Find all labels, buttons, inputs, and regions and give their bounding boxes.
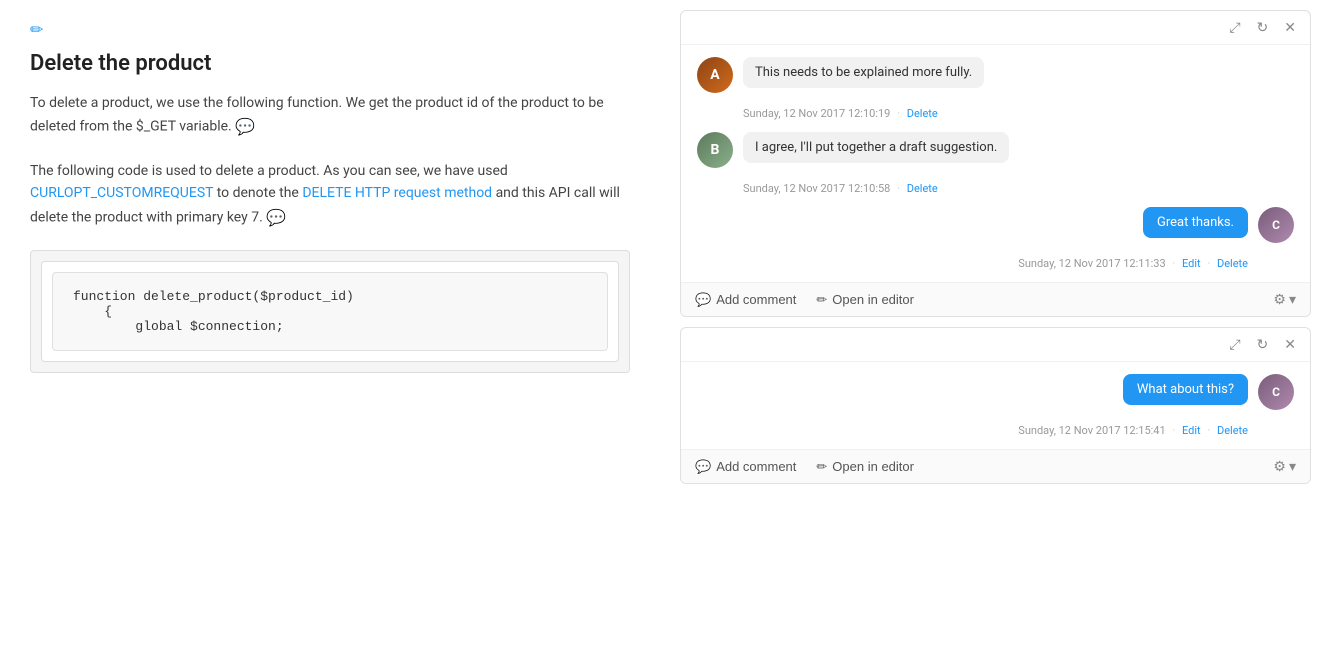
code-block: function delete_product($product_id) { g… xyxy=(52,272,608,351)
comment-meta-4: Sunday, 12 Nov 2017 12:15:41 · Edit · De… xyxy=(697,424,1248,437)
right-panel: ⤢ ↻ ✕ A This needs to be explained more … xyxy=(660,0,1331,662)
comment-bubble-icon[interactable]: 💬 xyxy=(235,114,255,140)
speech-bubble-icon-1: 💬 xyxy=(695,292,711,308)
comment-entry-4: C What about this? xyxy=(697,374,1294,410)
code-reference: CURLOPT_CUSTOMREQUEST xyxy=(30,185,213,201)
gear-btn-1[interactable]: ⚙ ▾ xyxy=(1273,291,1296,308)
resize-icon-btn-1[interactable]: ⤢ xyxy=(1225,17,1244,38)
close-icon-btn-1[interactable]: ✕ xyxy=(1280,17,1300,38)
comment-meta-3: Sunday, 12 Nov 2017 12:11:33 · Edit · De… xyxy=(697,257,1248,270)
avatar-4: C xyxy=(1258,374,1294,410)
page-title: Delete the product xyxy=(30,51,630,76)
bubble-4: What about this? xyxy=(1123,374,1248,405)
bubble-3: Great thanks. xyxy=(1143,207,1248,238)
gear-btn-2[interactable]: ⚙ ▾ xyxy=(1273,458,1296,475)
thread-1-messages: A This needs to be explained more fully.… xyxy=(681,45,1310,282)
left-panel: ✏ Delete the product To delete a product… xyxy=(0,0,660,662)
comment-entry-2: B I agree, I'll put together a draft sug… xyxy=(697,132,1294,168)
thread-2-messages: C What about this? Sunday, 12 Nov 2017 1… xyxy=(681,362,1310,449)
delete-link-3[interactable]: Delete xyxy=(1217,257,1248,270)
intro-text: To delete a product, we use the followin… xyxy=(30,92,630,140)
delete-link-2[interactable]: Delete xyxy=(907,182,938,195)
avatar-2: B xyxy=(697,132,733,168)
body-text: The following code is used to delete a p… xyxy=(30,160,630,230)
speech-bubble-icon-2: 💬 xyxy=(695,459,711,475)
refresh-icon-btn-2[interactable]: ↻ xyxy=(1253,334,1273,355)
avatar-3: C xyxy=(1258,207,1294,243)
add-comment-btn-1[interactable]: 💬 Add comment xyxy=(695,292,796,308)
http-method-reference: DELETE HTTP request method xyxy=(302,185,492,201)
bubble-2: I agree, I'll put together a draft sugge… xyxy=(743,132,1009,163)
edit-icon[interactable]: ✏ xyxy=(30,20,630,39)
thread-1-header: ⤢ ↻ ✕ xyxy=(681,11,1310,45)
pencil-icon-2: ✏ xyxy=(816,459,827,475)
avatar-1: A xyxy=(697,57,733,93)
refresh-icon-btn-1[interactable]: ↻ xyxy=(1253,17,1273,38)
close-icon-btn-2[interactable]: ✕ xyxy=(1280,334,1300,355)
open-editor-btn-2[interactable]: ✏ Open in editor xyxy=(816,459,914,475)
thread-2-header: ⤢ ↻ ✕ xyxy=(681,328,1310,362)
delete-link-4[interactable]: Delete xyxy=(1217,424,1248,437)
delete-link-1[interactable]: Delete xyxy=(907,107,938,120)
code-block-outer: function delete_product($product_id) { g… xyxy=(30,250,630,373)
comment-thread-2: ⤢ ↻ ✕ C What about this? Sunday, 12 Nov … xyxy=(680,327,1311,484)
bubble-1: This needs to be explained more fully. xyxy=(743,57,984,88)
comment-entry-1: A This needs to be explained more fully. xyxy=(697,57,1294,93)
edit-link-2[interactable]: Edit xyxy=(1182,424,1201,437)
comment-meta-2: Sunday, 12 Nov 2017 12:10:58 · Delete xyxy=(743,182,1294,195)
resize-icon-btn-2[interactable]: ⤢ xyxy=(1225,334,1244,355)
code-block-wrapper: function delete_product($product_id) { g… xyxy=(41,261,619,362)
pencil-icon-1: ✏ xyxy=(816,292,827,308)
comment-thread-1: ⤢ ↻ ✕ A This needs to be explained more … xyxy=(680,10,1311,317)
comment-bubble-icon-2[interactable]: 💬 xyxy=(266,205,286,231)
chevron-down-icon-2: ▾ xyxy=(1289,458,1296,475)
comment-meta-1: Sunday, 12 Nov 2017 12:10:19 · Delete xyxy=(743,107,1294,120)
thread-1-actions: 💬 Add comment ✏ Open in editor ⚙ ▾ xyxy=(681,282,1310,316)
gear-icon-2: ⚙ xyxy=(1273,458,1286,475)
comment-entry-3: C Great thanks. xyxy=(697,207,1294,243)
gear-icon-1: ⚙ xyxy=(1273,291,1286,308)
chevron-down-icon-1: ▾ xyxy=(1289,291,1296,308)
add-comment-btn-2[interactable]: 💬 Add comment xyxy=(695,459,796,475)
open-editor-btn-1[interactable]: ✏ Open in editor xyxy=(816,292,914,308)
edit-link-1[interactable]: Edit xyxy=(1182,257,1201,270)
thread-2-actions: 💬 Add comment ✏ Open in editor ⚙ ▾ xyxy=(681,449,1310,483)
